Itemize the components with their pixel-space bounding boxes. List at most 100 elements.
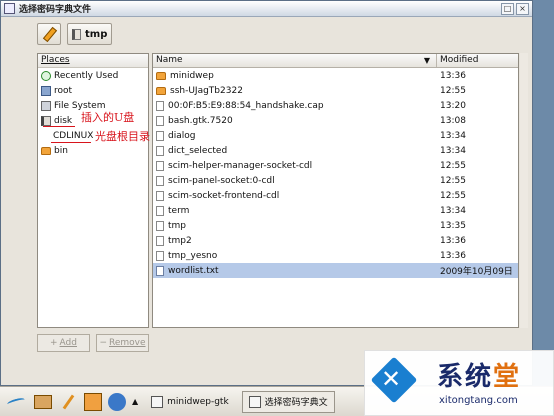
file-row[interactable]: bash.gtk.7520 13:08 (153, 113, 518, 128)
minus-icon: − (99, 338, 107, 348)
maximize-button[interactable]: □ (501, 2, 514, 15)
file-name-cell: minidwep (153, 71, 437, 81)
file-name-cell: bash.gtk.7520 (153, 115, 437, 126)
file-name: dialog (168, 130, 196, 141)
column-modified-header[interactable]: Modified (437, 54, 518, 67)
file-chooser-window: 选择密码字典文件 □ × tmp Places Recently Used ro… (0, 0, 533, 386)
close-button[interactable]: × (516, 2, 529, 15)
file-name-cell: ssh-UJagTb2322 (153, 86, 437, 96)
file-name: tmp_yesno (168, 250, 218, 261)
file-name-cell: scim-socket-frontend-cdl (153, 190, 437, 201)
drive-icon (72, 28, 81, 40)
file-modified: 13:34 (440, 130, 466, 141)
type-location-button[interactable] (37, 23, 61, 45)
image-viewer-icon[interactable] (84, 392, 102, 411)
place-recently-used[interactable]: Recently Used (38, 68, 148, 83)
file-name: bash.gtk.7520 (168, 115, 233, 126)
place-bin[interactable]: bin (38, 143, 148, 158)
annotation-usb: 插入的U盘 (81, 111, 135, 124)
annotation-cd: 光盘根目录 (95, 130, 150, 143)
file-modified: 12:55 (440, 85, 466, 96)
file-icon (156, 100, 164, 111)
column-name-header[interactable]: Name ▼ (153, 54, 437, 67)
watermark-url: xitongtang.com (439, 395, 518, 406)
place-root[interactable]: root (38, 83, 148, 98)
place-label: root (54, 85, 73, 96)
file-row[interactable]: minidwep 13:36 (153, 68, 518, 83)
plus-icon: + (50, 338, 58, 348)
folder-icon (156, 86, 166, 95)
places-header[interactable]: Places (38, 54, 148, 68)
file-name: term (168, 205, 190, 216)
file-row[interactable]: scim-panel-socket:0-cdl 12:55 (153, 173, 518, 188)
folder-icon (156, 71, 166, 80)
file-name: 00:0F:B5:E9:88:54_handshake.cap (168, 100, 324, 111)
file-icon (156, 175, 164, 186)
editor-icon[interactable] (58, 392, 78, 412)
remove-bookmark-button[interactable]: − Remove (96, 334, 149, 352)
desktop-icon[interactable] (34, 394, 52, 409)
file-row[interactable]: tmp2 13:36 (153, 233, 518, 248)
x-icon: ✕ (381, 365, 402, 393)
file-row[interactable]: scim-helper-manager-socket-cdl 12:55 (153, 158, 518, 173)
watermark-title-a: 系统 (437, 362, 494, 392)
file-name-cell: tmp (153, 220, 437, 231)
file-name: tmp (168, 220, 187, 231)
file-name-cell: scim-helper-manager-socket-cdl (153, 160, 437, 171)
file-modified: 13:20 (440, 100, 466, 111)
file-name: scim-helper-manager-socket-cdl (168, 160, 313, 171)
file-modified: 13:34 (440, 205, 466, 216)
file-modified: 13:34 (440, 145, 466, 156)
file-list-header: Name ▼ Modified (153, 54, 518, 68)
browser-icon[interactable] (108, 392, 126, 411)
file-modified: 13:35 (440, 220, 466, 231)
path-button-label: tmp (85, 28, 108, 40)
home-icon (41, 85, 51, 96)
file-row[interactable]: dialog 13:34 (153, 128, 518, 143)
file-row[interactable]: wordlist.txt 2009年10月09日 (153, 263, 518, 278)
file-modified: 13:36 (440, 70, 466, 81)
task-minidwep[interactable]: minidwep-gtk (144, 391, 236, 413)
file-name: ssh-UJagTb2322 (170, 85, 243, 96)
file-row[interactable]: dict_selected 13:34 (153, 143, 518, 158)
file-modified: 13:36 (440, 250, 466, 261)
file-modified: 2009年10月09日 (440, 267, 513, 277)
file-row[interactable]: tmp_yesno 13:36 (153, 248, 518, 263)
pencil-icon (42, 27, 56, 41)
place-label: CDLINUX (53, 130, 94, 141)
file-icon (156, 160, 164, 171)
file-icon (156, 130, 164, 141)
file-name: wordlist.txt (168, 265, 219, 276)
file-row[interactable]: term 13:34 (153, 203, 518, 218)
file-icon (156, 145, 164, 156)
scrollbar[interactable] (520, 53, 528, 328)
file-row[interactable]: scim-socket-frontend-cdl 12:55 (153, 188, 518, 203)
file-row[interactable]: tmp 13:35 (153, 218, 518, 233)
column-name-label: Name (156, 55, 183, 65)
file-icon (156, 190, 164, 201)
text-file-icon (156, 265, 164, 276)
file-icon (156, 115, 164, 126)
remove-label: Remove (109, 338, 146, 348)
triangle-up-icon[interactable]: ▲ (132, 397, 138, 406)
add-bookmark-button[interactable]: + Add (37, 334, 90, 352)
file-name: dict_selected (168, 145, 228, 156)
place-label: Recently Used (54, 70, 119, 81)
path-button-tmp[interactable]: tmp (67, 23, 113, 45)
file-icon (156, 205, 164, 216)
file-row[interactable]: 00:0F:B5:E9:88:54_handshake.cap 13:20 (153, 98, 518, 113)
place-label: disk (54, 115, 73, 126)
annotation-underline (43, 126, 75, 127)
window-icon (248, 395, 261, 408)
task-label: 选择密码字典文 (264, 398, 328, 408)
file-name: minidwep (170, 70, 214, 81)
start-menu-icon[interactable] (4, 392, 28, 412)
task-label: minidwep-gtk (167, 396, 229, 407)
recent-icon (41, 70, 51, 81)
file-modified: 12:55 (440, 160, 466, 171)
file-row[interactable]: ssh-UJagTb2322 12:55 (153, 83, 518, 98)
file-list: Name ▼ Modified minidwep 13:36 ssh-UJagTb2… (152, 53, 519, 328)
file-name-cell: scim-panel-socket:0-cdl (153, 175, 437, 186)
task-file-chooser[interactable]: 选择密码字典文 (241, 390, 335, 413)
folder-icon (41, 146, 51, 155)
